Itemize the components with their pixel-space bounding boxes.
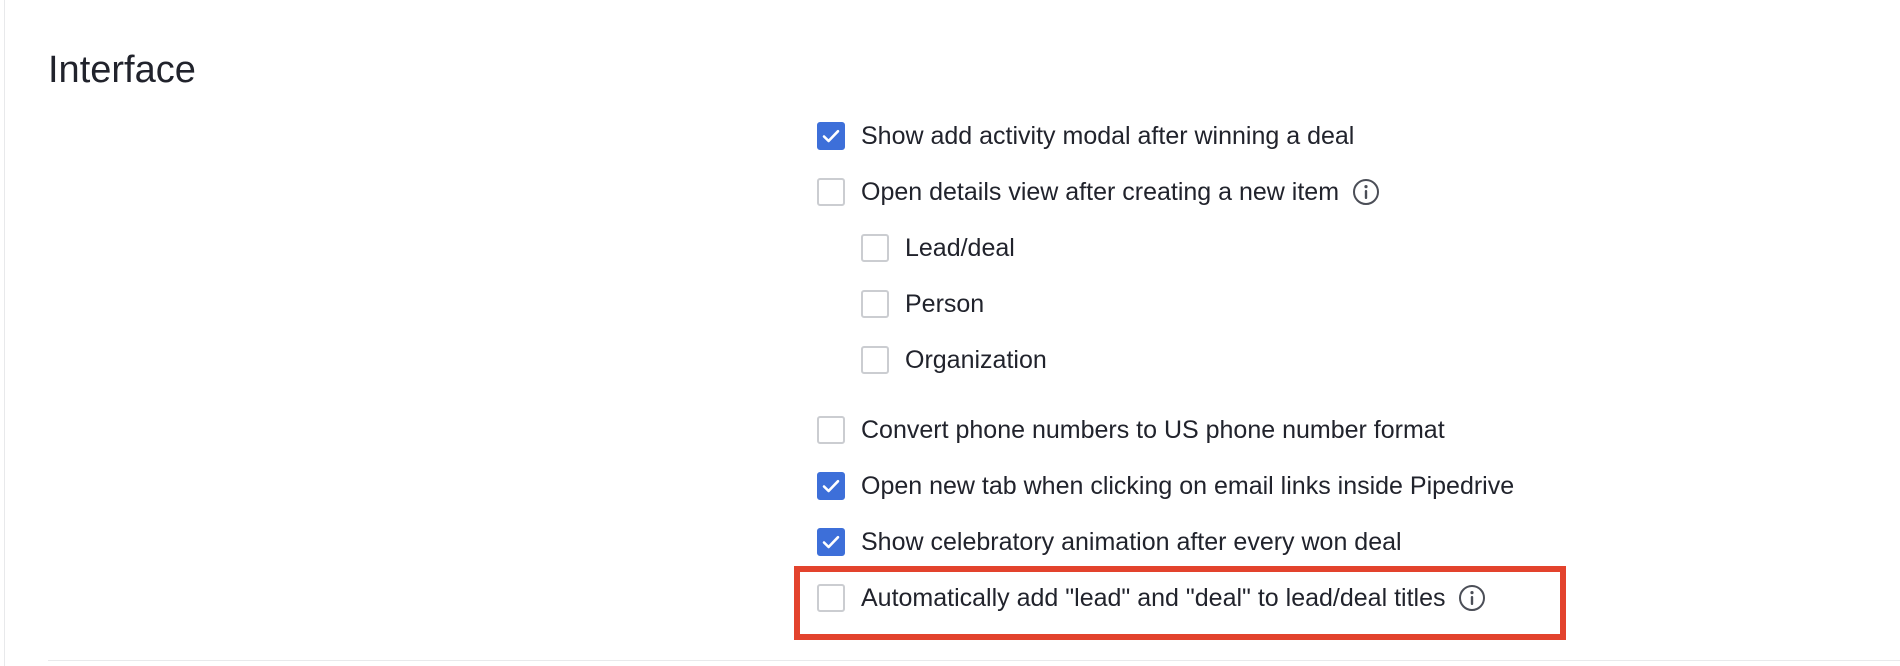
option-organization[interactable]: Organization (861, 340, 1047, 380)
option-label: Open new tab when clicking on email link… (861, 472, 1515, 500)
left-divider (4, 0, 5, 666)
checkbox-lead-deal[interactable] (861, 234, 889, 262)
option-label: Convert phone numbers to US phone number… (861, 416, 1445, 444)
checkbox-convert-phone-numbers[interactable] (817, 416, 845, 444)
settings-page: Interface Show add activity modal after … (0, 0, 1900, 666)
checkbox-auto-add-lead-deal-titles[interactable] (817, 584, 845, 612)
checkbox-organization[interactable] (861, 346, 889, 374)
info-icon[interactable] (1457, 583, 1487, 613)
bottom-divider (48, 660, 1900, 661)
checkbox-celebratory-animation[interactable] (817, 528, 845, 556)
option-label: Automatically add "lead" and "deal" to l… (861, 584, 1446, 612)
option-label: Person (905, 290, 985, 318)
option-label: Show add activity modal after winning a … (861, 122, 1355, 150)
option-label: Open details view after creating a new i… (861, 178, 1340, 206)
option-lead-deal[interactable]: Lead/deal (861, 228, 1015, 268)
option-celebratory-animation[interactable]: Show celebratory animation after every w… (817, 522, 1402, 562)
checkmark-icon (822, 479, 840, 493)
checkmark-icon (822, 535, 840, 549)
checkmark-icon (822, 129, 840, 143)
option-auto-add-lead-deal-titles[interactable]: Automatically add "lead" and "deal" to l… (817, 578, 1487, 618)
option-label: Show celebratory animation after every w… (861, 528, 1402, 556)
option-convert-phone-numbers[interactable]: Convert phone numbers to US phone number… (817, 410, 1445, 450)
option-show-add-activity-modal[interactable]: Show add activity modal after winning a … (817, 116, 1354, 156)
option-label: Organization (905, 346, 1047, 374)
option-label: Lead/deal (905, 234, 1015, 262)
checkbox-show-add-activity-modal[interactable] (817, 122, 845, 150)
option-open-new-tab-email-links[interactable]: Open new tab when clicking on email link… (817, 466, 1514, 506)
option-person[interactable]: Person (861, 284, 984, 324)
section-title: Interface (48, 49, 196, 91)
checkbox-person[interactable] (861, 290, 889, 318)
info-icon[interactable] (1351, 177, 1381, 207)
checkbox-open-details-view[interactable] (817, 178, 845, 206)
checkbox-open-new-tab-email-links[interactable] (817, 472, 845, 500)
option-open-details-view[interactable]: Open details view after creating a new i… (817, 172, 1381, 212)
